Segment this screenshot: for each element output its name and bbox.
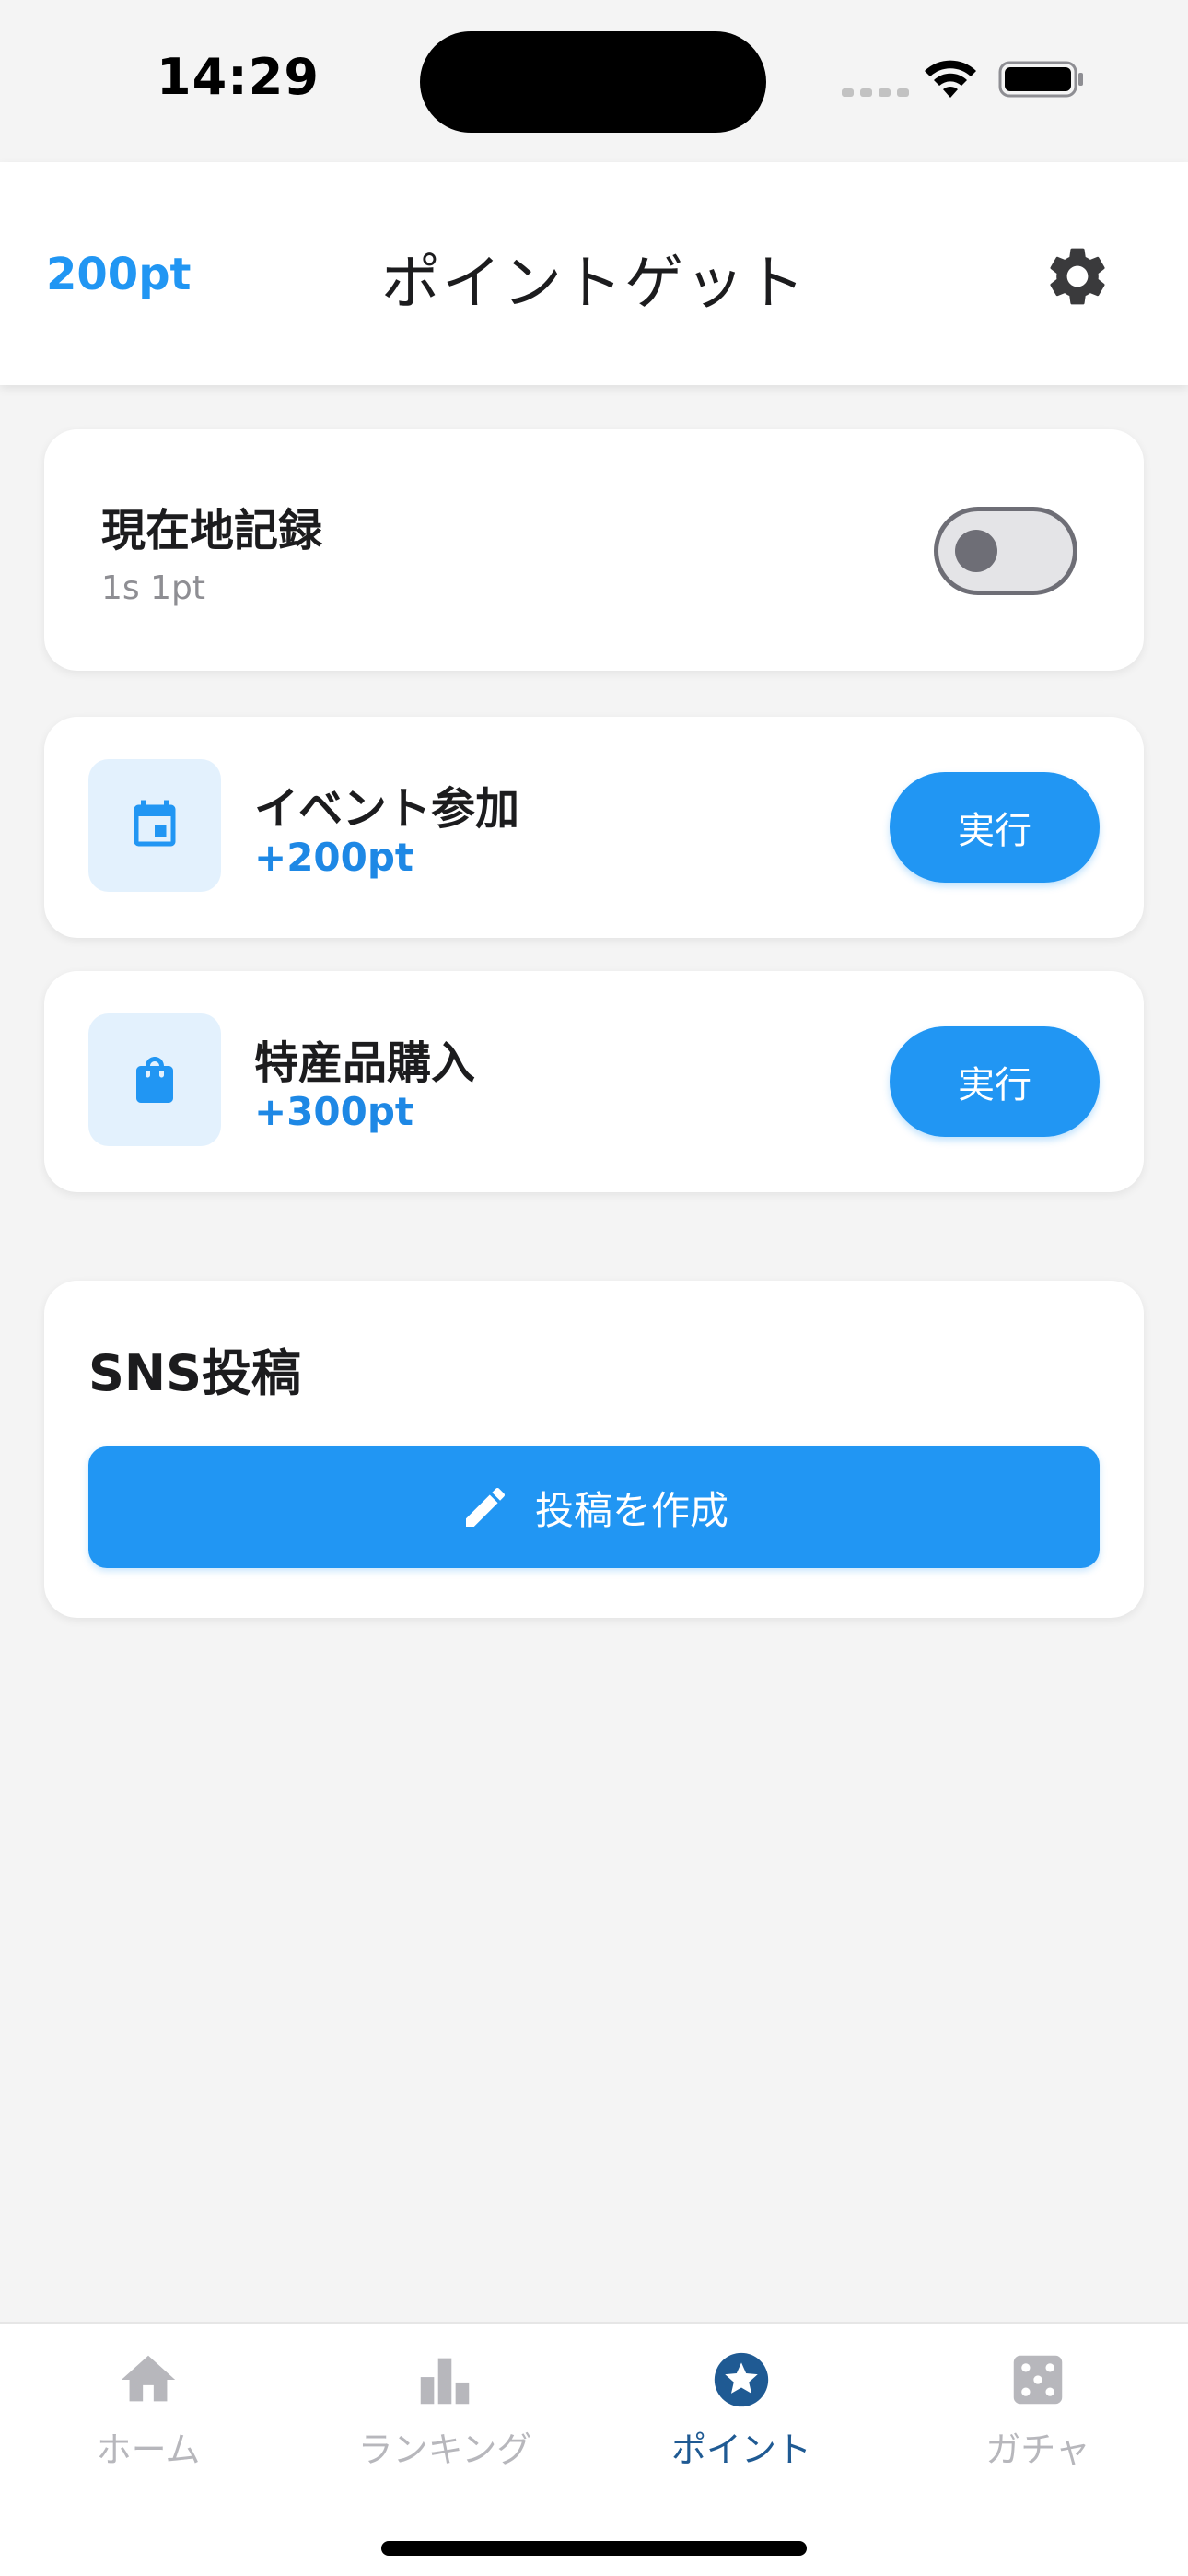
- task-points: +200pt: [254, 835, 414, 880]
- task-title: イベント参加: [254, 783, 520, 835]
- bottom-nav: ホーム ランキング ポイント ガチャ: [0, 2322, 1188, 2576]
- nav-item-point[interactable]: ポイント: [593, 2348, 890, 2486]
- status-bar: 14:29: [0, 0, 1188, 162]
- task-card-event: イベント参加 +200pt 実行: [44, 717, 1144, 938]
- status-time: 14:29: [157, 48, 320, 106]
- sns-post-title: SNS投稿: [88, 1344, 301, 1402]
- location-record-card: 現在地記録 1s 1pt: [44, 429, 1144, 671]
- nav-item-ranking[interactable]: ランキング: [297, 2348, 593, 2486]
- execute-button[interactable]: 実行: [890, 1026, 1100, 1137]
- gear-icon[interactable]: [1042, 241, 1112, 311]
- app-header: 200pt ポイントゲット: [0, 162, 1188, 385]
- create-post-label: 投稿を作成: [534, 1487, 728, 1533]
- nav-label: ポイント: [670, 2430, 811, 2470]
- task-icon-box: [88, 759, 221, 892]
- nav-label: ランキング: [357, 2430, 532, 2470]
- sns-post-card: SNS投稿 投稿を作成: [44, 1281, 1144, 1618]
- create-post-button[interactable]: 投稿を作成: [88, 1446, 1100, 1568]
- screen: 14:29 200pt ポイントゲット 現在地記録 1s 1pt イベント参加 …: [0, 0, 1188, 2576]
- execute-button[interactable]: 実行: [890, 772, 1100, 883]
- toggle-knob: [955, 530, 997, 572]
- nav-label: ホーム: [96, 2430, 201, 2470]
- calendar-icon: [134, 800, 176, 847]
- home-icon: [121, 2355, 176, 2402]
- home-indicator[interactable]: [381, 2541, 807, 2556]
- shopping-bag-icon: [136, 1057, 173, 1103]
- task-card-purchase: 特産品購入 +300pt 実行: [44, 971, 1144, 1192]
- nav-item-gacha[interactable]: ガチャ: [890, 2348, 1186, 2486]
- nav-item-home[interactable]: ホーム: [0, 2348, 297, 2486]
- battery-icon: [998, 61, 1083, 98]
- wifi-icon: [925, 60, 976, 98]
- pencil-icon: [465, 1487, 505, 1527]
- dynamic-island: [420, 31, 766, 133]
- location-record-rate: 1s 1pt: [101, 569, 205, 607]
- dice-icon: [1013, 2355, 1063, 2405]
- nav-label: ガチャ: [985, 2430, 1090, 2470]
- task-points: +300pt: [254, 1089, 414, 1134]
- task-icon-box: [88, 1013, 221, 1146]
- location-record-title: 現在地記録: [101, 505, 323, 556]
- task-title: 特産品購入: [254, 1037, 476, 1089]
- page-title: ポイントゲット: [381, 250, 807, 318]
- star-circle-icon: [714, 2352, 769, 2407]
- bar-chart-icon: [420, 2358, 470, 2405]
- location-record-toggle[interactable]: [934, 507, 1077, 595]
- cellular-signal-icon: [842, 88, 909, 97]
